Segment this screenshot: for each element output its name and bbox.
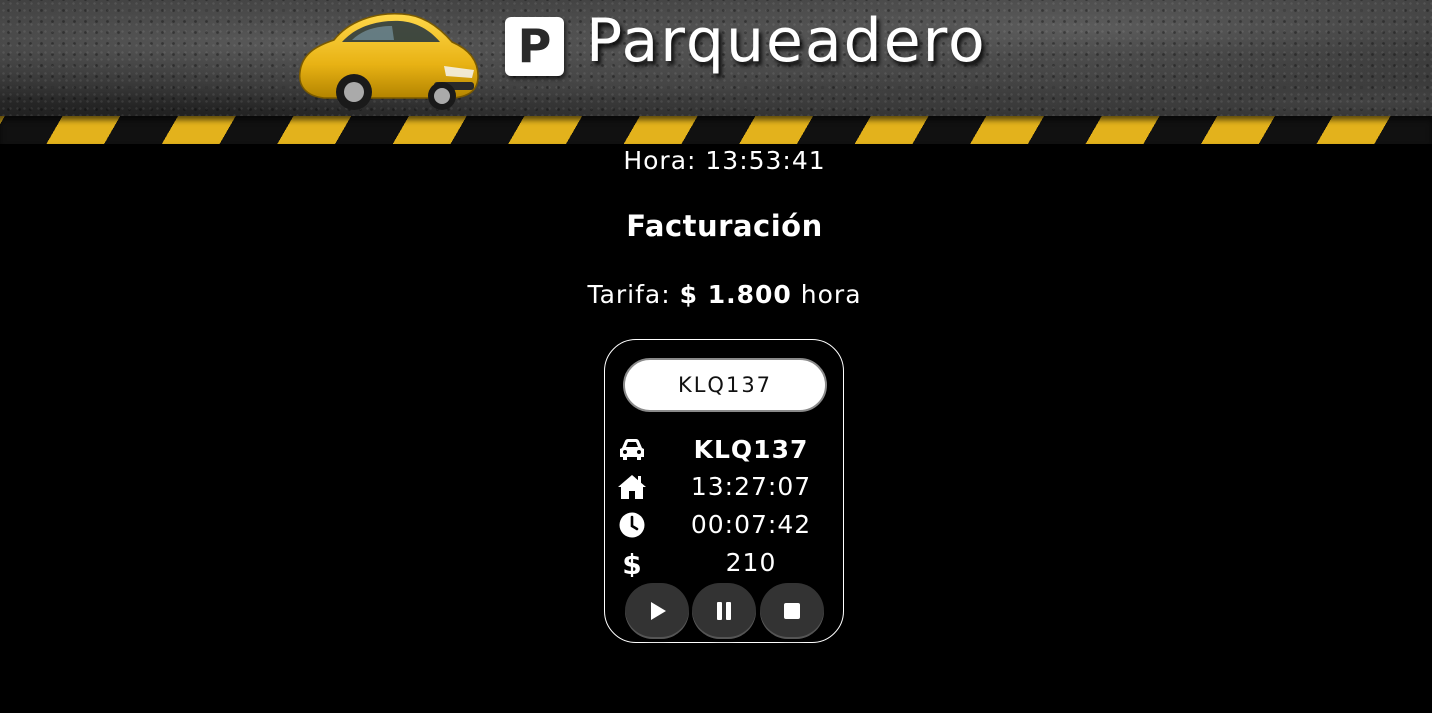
current-time: Hora: 13:53:41 [623, 146, 826, 175]
rate-line: Tarifa: $ 1.800 hora [0, 280, 1432, 309]
clock-icon [619, 512, 645, 538]
elapsed-time-row: 00:07:42 [605, 507, 845, 543]
page-title: Facturación [626, 209, 823, 243]
pause-button[interactable] [692, 583, 756, 639]
elapsed-time-value: 00:07:42 [690, 510, 812, 539]
entry-time-value: 13:27:07 [690, 472, 812, 501]
rate-label: Tarifa: [587, 280, 671, 309]
plate-value: KLQ137 [693, 435, 809, 464]
dollar-icon: $ [622, 549, 641, 577]
plate-row: KLQ137 [605, 432, 845, 468]
amount-value: 210 [725, 548, 777, 577]
rate-unit: hora [800, 280, 862, 309]
car-icon [620, 439, 644, 460]
billing-card: KLQ137 13:27:07 00:07:42 $ 210 [604, 339, 844, 643]
app-title: Parqueadero [586, 6, 987, 76]
pause-icon [717, 602, 731, 620]
stop-button[interactable] [760, 583, 824, 639]
hazard-stripe [0, 116, 1432, 144]
entry-time-row: 13:27:07 [605, 469, 845, 505]
svg-text:$: $ [622, 549, 641, 577]
parking-logo-icon: P [505, 17, 564, 76]
plate-input[interactable] [623, 358, 827, 412]
rate-amount: $ 1.800 [679, 280, 792, 309]
home-icon [618, 475, 646, 499]
stop-icon [784, 603, 800, 619]
parking-logo-letter: P [517, 19, 552, 73]
play-button[interactable] [625, 583, 689, 639]
car-logo-icon [298, 13, 479, 110]
amount-row: $ 210 [605, 545, 845, 581]
header-banner: P Parqueadero [0, 0, 1432, 144]
play-icon [651, 602, 666, 620]
